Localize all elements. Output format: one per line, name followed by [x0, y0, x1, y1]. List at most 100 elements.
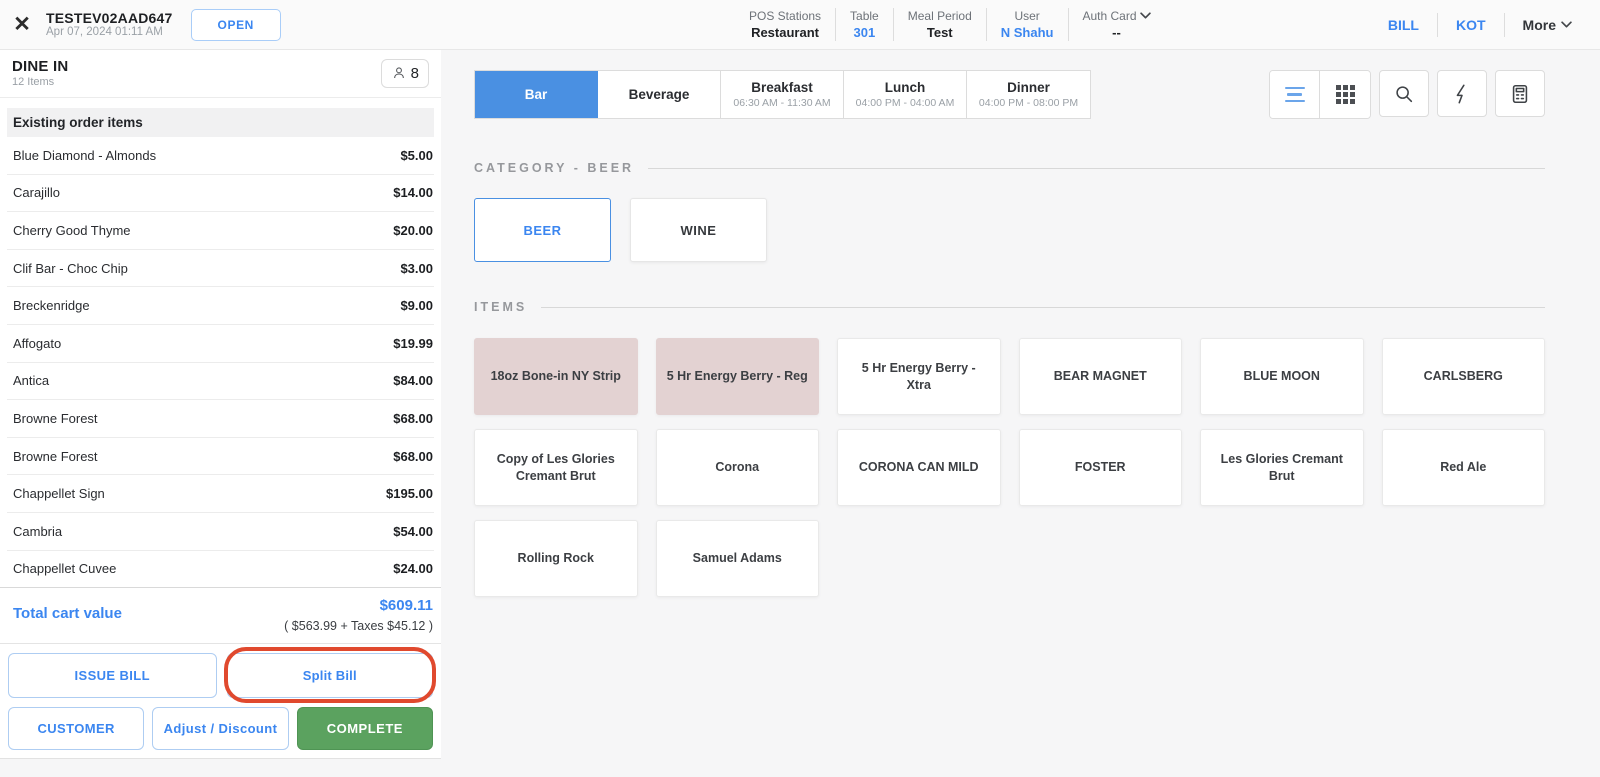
menu-item-tile[interactable]: CARLSBERG: [1382, 338, 1546, 415]
menu-item-tile[interactable]: Corona: [656, 429, 820, 506]
ticket-id: TESTEV02AAD647: [46, 10, 173, 26]
order-items-list: Blue Diamond - Almonds $5.00 Carajillo $…: [0, 137, 441, 588]
category-beer[interactable]: BEER: [474, 198, 611, 262]
quick-actions-icon[interactable]: [1437, 70, 1487, 117]
complete-button[interactable]: COMPLETE: [297, 707, 433, 750]
order-item-row[interactable]: Blue Diamond - Almonds $5.00: [7, 137, 434, 175]
info-value: Restaurant: [749, 24, 821, 42]
item-price: $84.00: [393, 373, 433, 388]
existing-items-header: Existing order items: [7, 108, 434, 137]
item-name: Clif Bar - Choc Chip: [13, 261, 128, 276]
item-name: Browne Forest: [13, 449, 98, 464]
info-label-text: Auth Card: [1083, 8, 1137, 24]
split-bill-button[interactable]: Split Bill: [227, 653, 434, 698]
category-cards: BEER WINE: [474, 198, 1545, 262]
items-section-header: ITEMS: [474, 300, 1545, 314]
tab-bar[interactable]: Bar: [475, 71, 598, 118]
menu-item-tile[interactable]: CORONA CAN MILD: [837, 429, 1001, 506]
view-tools: [1269, 70, 1545, 119]
divider: [541, 307, 1545, 308]
menu-item-tile[interactable]: BEAR MAGNET: [1019, 338, 1183, 415]
menu-item-tile[interactable]: Red Ale: [1382, 429, 1546, 506]
info-label: User: [1001, 8, 1054, 24]
menu-item-tile[interactable]: BLUE MOON: [1200, 338, 1364, 415]
adjust-discount-button[interactable]: Adjust / Discount: [152, 707, 288, 750]
info-table[interactable]: Table 301: [836, 8, 894, 42]
info-user[interactable]: User N Shahu: [987, 8, 1069, 42]
view-mode-toggle: [1269, 70, 1371, 119]
tab-time: 06:30 AM - 11:30 AM: [733, 97, 830, 109]
search-icon[interactable]: [1379, 70, 1429, 117]
ticket-meta: TESTEV02AAD647 Apr 07, 2024 01:11 AM: [46, 10, 173, 39]
menu-item-tile[interactable]: Copy of Les Glories Cremant Brut: [474, 429, 638, 506]
cart-totals: Total cart value $609.11 ( $563.99 + Tax…: [0, 587, 441, 643]
order-item-row[interactable]: Cambria $54.00: [7, 513, 434, 551]
menu-item-tile[interactable]: 5 Hr Energy Berry - Xtra: [837, 338, 1001, 415]
menu-item-tile[interactable]: 5 Hr Energy Berry - Reg: [656, 338, 820, 415]
order-item-row[interactable]: Browne Forest $68.00: [7, 438, 434, 476]
order-item-row[interactable]: Antica $84.00: [7, 363, 434, 401]
order-item-row[interactable]: Clif Bar - Choc Chip $3.00: [7, 250, 434, 288]
info-meal-period: Meal Period Test: [894, 8, 987, 42]
item-price: $5.00: [400, 148, 433, 163]
item-price: $68.00: [393, 411, 433, 426]
order-item-row[interactable]: Cherry Good Thyme $20.00: [7, 212, 434, 250]
menu-item-tile[interactable]: Samuel Adams: [656, 520, 820, 597]
item-name: Carajillo: [13, 185, 60, 200]
info-label: POS Stations: [749, 8, 821, 24]
item-price: $68.00: [393, 449, 433, 464]
calculator-icon[interactable]: [1495, 70, 1545, 117]
close-icon[interactable]: ✕: [8, 11, 36, 39]
tab-label: Beverage: [629, 87, 690, 102]
items-heading: ITEMS: [474, 300, 527, 314]
order-item-row[interactable]: Chappellet Cuvee $24.00: [7, 551, 434, 589]
bill-button[interactable]: BILL: [1370, 17, 1437, 33]
info-value: 301: [850, 24, 879, 42]
tab-label: Bar: [525, 87, 548, 102]
menu-item-tile[interactable]: Rolling Rock: [474, 520, 638, 597]
info-value: --: [1083, 24, 1151, 42]
tab-time: 04:00 PM - 04:00 AM: [856, 97, 955, 109]
order-item-row[interactable]: Carajillo $14.00: [7, 175, 434, 213]
item-name: Cambria: [13, 524, 62, 539]
info-label: Meal Period: [908, 8, 972, 24]
category-wine[interactable]: WINE: [630, 198, 767, 262]
order-item-row[interactable]: Breckenridge $9.00: [7, 287, 434, 325]
item-price: $3.00: [400, 261, 433, 276]
item-name: Cherry Good Thyme: [13, 223, 131, 238]
total-cart-label: Total cart value: [13, 605, 122, 622]
kot-button[interactable]: KOT: [1438, 17, 1504, 33]
tab-lunch[interactable]: Lunch 04:00 PM - 04:00 AM: [844, 71, 967, 118]
guest-count-badge[interactable]: 8: [381, 59, 429, 88]
menu-tab-bar: Bar Beverage Breakfast 06:30 AM - 11:30 …: [474, 70, 1091, 119]
tab-dinner[interactable]: Dinner 04:00 PM - 08:00 PM: [967, 71, 1090, 118]
ticket-header: ✕ TESTEV02AAD647 Apr 07, 2024 01:11 AM O…: [0, 9, 281, 41]
info-auth-card[interactable]: Auth Card --: [1069, 8, 1165, 42]
grid-view-icon[interactable]: [1320, 71, 1370, 118]
item-price: $19.99: [393, 336, 433, 351]
info-value: N Shahu: [1001, 24, 1054, 42]
menu-item-tile[interactable]: Les Glories Cremant Brut: [1200, 429, 1364, 506]
tab-label: Lunch: [885, 80, 926, 95]
item-price: $24.00: [393, 561, 433, 576]
item-name: Antica: [13, 373, 49, 388]
issue-bill-button[interactable]: ISSUE BILL: [8, 653, 217, 698]
open-status-button[interactable]: OPEN: [191, 9, 281, 41]
order-item-row[interactable]: Affogato $19.99: [7, 325, 434, 363]
menu-area: Bar Beverage Breakfast 06:30 AM - 11:30 …: [441, 50, 1600, 777]
tab-beverage[interactable]: Beverage: [598, 71, 721, 118]
top-bar: ✕ TESTEV02AAD647 Apr 07, 2024 01:11 AM O…: [0, 0, 1600, 50]
menu-item-tile[interactable]: FOSTER: [1019, 429, 1183, 506]
more-button[interactable]: More: [1505, 17, 1586, 33]
order-item-row[interactable]: Browne Forest $68.00: [7, 400, 434, 438]
list-view-icon[interactable]: [1270, 71, 1320, 118]
item-price: $195.00: [386, 486, 433, 501]
menu-item-tile[interactable]: 18oz Bone-in NY Strip: [474, 338, 638, 415]
info-label: Table: [850, 8, 879, 24]
order-item-row[interactable]: Chappellet Sign $195.00: [7, 475, 434, 513]
item-price: $14.00: [393, 185, 433, 200]
item-name: Affogato: [13, 336, 61, 351]
ticket-datetime: Apr 07, 2024 01:11 AM: [46, 26, 173, 39]
customer-button[interactable]: CUSTOMER: [8, 707, 144, 750]
tab-breakfast[interactable]: Breakfast 06:30 AM - 11:30 AM: [721, 71, 844, 118]
